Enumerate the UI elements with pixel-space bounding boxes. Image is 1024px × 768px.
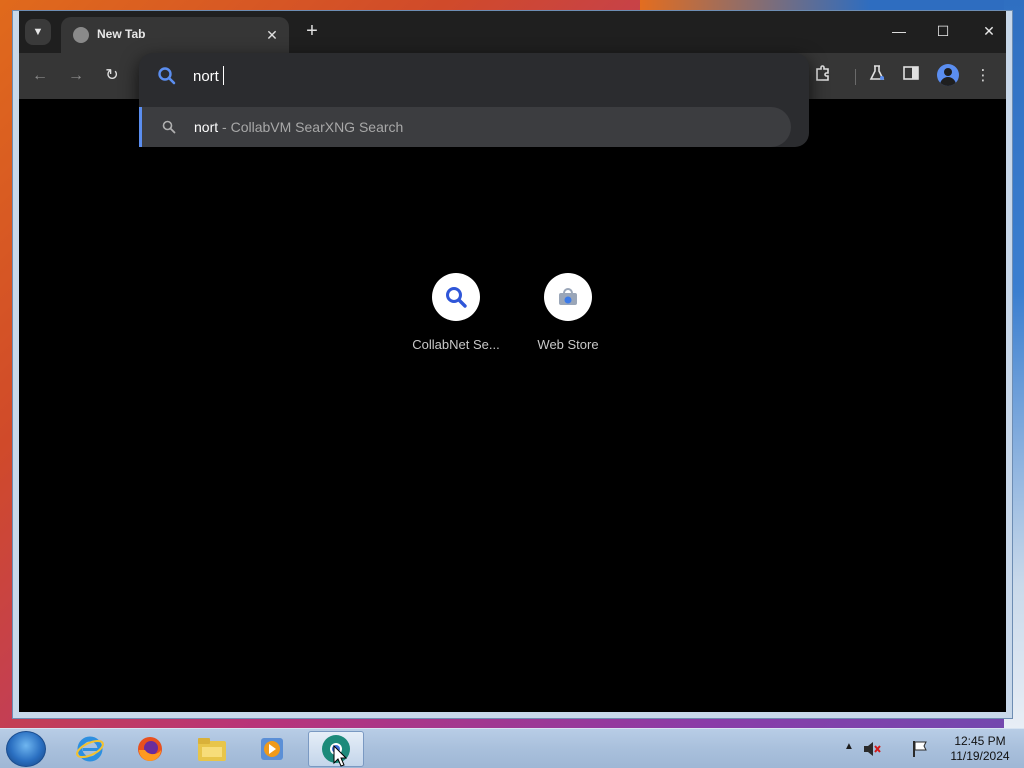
windows-start-icon[interactable] <box>6 731 46 767</box>
back-icon: ← <box>32 67 48 84</box>
reload-icon: ↻ <box>105 67 119 84</box>
menu-icon: ⋮ <box>975 67 991 84</box>
firefox-icon <box>138 737 162 761</box>
taskbar-firefox[interactable] <box>122 731 178 767</box>
minimize-button[interactable]: — <box>885 19 913 43</box>
system-tray: ▲ 12:45 PM 11/19/2024 <box>824 729 1024 768</box>
search-icon <box>162 120 176 134</box>
minimize-icon: — <box>892 23 906 39</box>
labs-icon <box>869 65 885 80</box>
extensions-button[interactable] <box>811 64 835 88</box>
media-player-icon <box>261 738 283 760</box>
suggestion-description: CollabVM SearXNG Search <box>230 119 404 135</box>
text-caret <box>223 66 224 85</box>
browser-window: ▼ New Tab ✕ + — ☐ ✕ ← → ↻ ⋮ nort nort - … <box>12 10 1013 719</box>
suggestion-separator: - <box>218 119 231 135</box>
taskbar-internet-explorer[interactable] <box>62 731 118 767</box>
shortcut-web-store[interactable]: Web Store <box>512 273 624 352</box>
shortcut-tile <box>544 273 592 321</box>
shortcut-tile <box>432 273 480 321</box>
shortcut-collabnet-search[interactable]: CollabNet Se... <box>400 273 512 352</box>
omnibox-popup: nort - CollabVM SearXNG Search <box>139 53 809 147</box>
browser-frame: ▼ New Tab ✕ + — ☐ ✕ ← → ↻ ⋮ nort nort - … <box>19 11 1006 712</box>
action-center-flag-icon[interactable] <box>910 739 930 759</box>
shortcut-label: Web Store <box>537 337 599 352</box>
search-icon <box>158 67 176 85</box>
new-tab-button[interactable]: + <box>301 21 323 43</box>
web-store-icon <box>559 288 577 305</box>
suggestion-query: nort <box>194 119 219 135</box>
taskbar: ▲ 12:45 PM 11/19/2024 <box>0 728 1024 768</box>
maximize-icon: ☐ <box>936 23 950 39</box>
globe-icon <box>73 27 89 43</box>
tab-new-tab[interactable]: New Tab ✕ <box>61 17 289 53</box>
menu-button[interactable]: ⋮ <box>971 64 995 88</box>
side-panel-button[interactable] <box>899 64 923 88</box>
search-icon <box>446 287 467 308</box>
maximize-button[interactable]: ☐ <box>929 19 957 43</box>
tab-strip: ▼ New Tab ✕ + — ☐ ✕ <box>19 11 1006 53</box>
forward-button[interactable]: → <box>63 63 89 89</box>
clock-time: 12:45 PM <box>954 734 1006 748</box>
shortcut-label: CollabNet Se... <box>412 337 500 352</box>
chevron-down-icon: ▼ <box>32 26 44 38</box>
omnibox-input[interactable] <box>193 65 753 87</box>
suggestion-highlight-bar <box>139 107 142 147</box>
extensions-icon <box>816 65 829 81</box>
system-clock[interactable]: 12:45 PM 11/19/2024 <box>940 734 1020 764</box>
omnibox-suggestion[interactable]: nort - CollabVM SearXNG Search <box>139 107 791 147</box>
toolbar-separator <box>855 69 856 85</box>
taskbar-media-player[interactable] <box>244 731 300 767</box>
sound-muted-icon[interactable] <box>862 739 882 759</box>
close-window-button[interactable]: ✕ <box>975 19 1003 43</box>
mouse-cursor-icon <box>333 745 347 767</box>
clock-date: 11/19/2024 <box>950 749 1010 763</box>
plus-icon: + <box>306 20 318 42</box>
internet-explorer-icon <box>76 736 104 762</box>
profile-icon[interactable] <box>937 64 959 86</box>
close-tab-icon[interactable]: ✕ <box>263 26 281 44</box>
side-panel-icon <box>903 66 919 80</box>
forward-icon: → <box>68 67 84 84</box>
labs-button[interactable] <box>865 64 889 88</box>
tab-title: New Tab <box>97 27 146 41</box>
file-explorer-icon <box>198 738 226 761</box>
show-hidden-icons-icon[interactable]: ▲ <box>844 741 854 752</box>
back-button[interactable]: ← <box>27 63 53 89</box>
close-icon: ✕ <box>983 23 995 39</box>
reload-button[interactable]: ↻ <box>99 63 125 89</box>
suggestion-text: nort - CollabVM SearXNG Search <box>194 119 403 135</box>
taskbar-file-explorer[interactable] <box>184 731 240 767</box>
tab-search-button[interactable]: ▼ <box>25 19 51 45</box>
